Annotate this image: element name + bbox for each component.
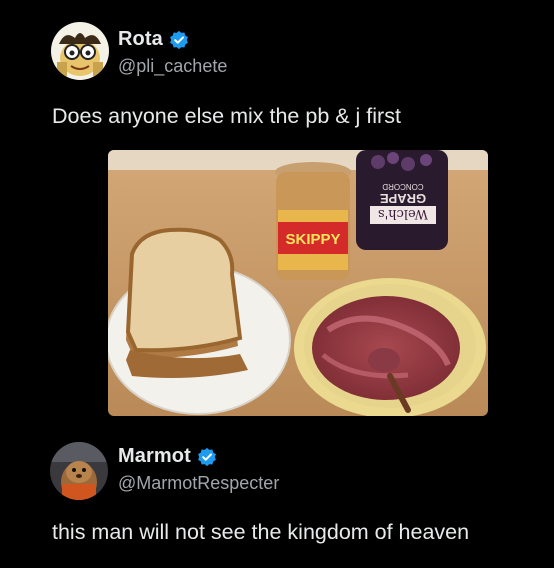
verified-badge-icon — [169, 30, 189, 50]
bottle-label-concord: CONCORD — [382, 182, 424, 191]
author-display-name[interactable]: Rota — [118, 28, 163, 51]
author-handle[interactable]: @MarmotRespecter — [118, 473, 279, 494]
marmot-avatar-icon[interactable] — [50, 442, 108, 500]
bottle-label-grape: GRAPE — [380, 191, 427, 206]
author-handle[interactable]: @pli_cachete — [118, 56, 227, 77]
post-photo[interactable]: SKIPPY CONCORD GRAPE Welch's — [108, 150, 488, 416]
verified-badge-icon — [197, 447, 217, 467]
bottle-label-brand: Welch's — [378, 206, 428, 221]
post-text: Does anyone else mix the pb & j first — [52, 104, 401, 128]
author-row: Marmot — [118, 445, 217, 468]
jar-label: SKIPPY — [285, 231, 340, 248]
author-display-name[interactable]: Marmot — [118, 445, 191, 468]
post-text: this man will not see the kingdom of hea… — [52, 520, 470, 544]
cartoon-avatar-icon[interactable] — [51, 22, 109, 80]
author-row: Rota — [118, 28, 189, 51]
